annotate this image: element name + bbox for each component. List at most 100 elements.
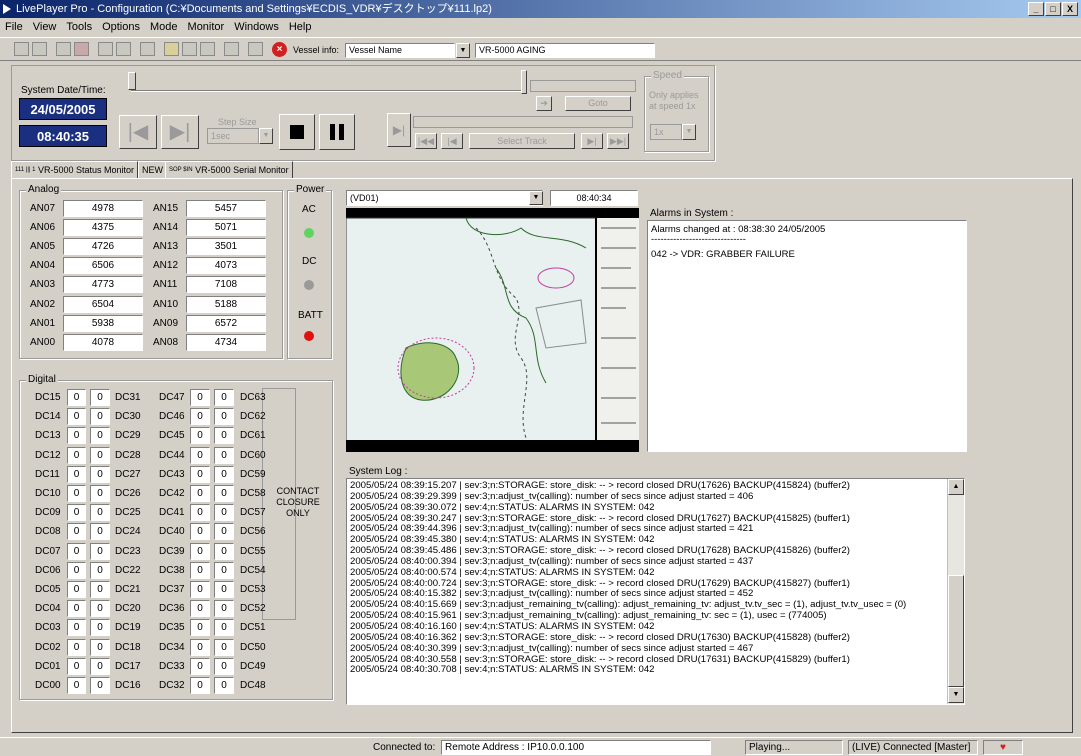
- menu-file[interactable]: File: [0, 18, 28, 36]
- log-line: 2005/05/24 08:40:30.399 | sev:3;n:adjust…: [350, 643, 754, 654]
- menu-windows[interactable]: Windows: [229, 18, 284, 36]
- digital-channel-label: DC11: [35, 469, 60, 480]
- digital-channel-value: 0: [67, 447, 86, 464]
- monitor-icon[interactable]: [56, 42, 71, 56]
- open-icon[interactable]: [14, 42, 29, 56]
- video-chevron-down-icon[interactable]: ▼: [529, 191, 543, 205]
- digital-channel-label: DC20: [115, 603, 141, 614]
- digital-channel-label: DC42: [159, 488, 185, 499]
- chevron-down-icon[interactable]: ▼: [456, 43, 470, 58]
- track-first-icon[interactable]: |◀◀: [415, 133, 437, 149]
- grid-icon[interactable]: [98, 42, 113, 56]
- analog-channel-value: 4078: [63, 334, 143, 351]
- disable-icon[interactable]: [248, 42, 263, 56]
- digital-channel-label: DC36: [159, 603, 185, 614]
- stop-button[interactable]: [279, 114, 315, 150]
- digital-channel-label: DC05: [35, 584, 61, 595]
- system-log[interactable]: 2005/05/24 08:39:15.207 | sev:3;n:STORAG…: [346, 478, 965, 705]
- play-app-icon: [3, 4, 11, 14]
- step-chevron-down-icon[interactable]: ▼: [259, 128, 273, 144]
- scroll-down-icon[interactable]: ▼: [948, 687, 964, 703]
- digital-channel-label: DC53: [240, 584, 266, 595]
- digital-channel-value: 0: [190, 619, 210, 636]
- digital-channel-value: 0: [190, 408, 210, 425]
- network-icon[interactable]: [200, 42, 215, 56]
- analog-channel-value: 5938: [63, 315, 143, 332]
- digital-channel-label: DC63: [240, 392, 266, 403]
- skip-back-button[interactable]: |◀: [119, 115, 157, 149]
- settings-icon[interactable]: [182, 42, 197, 56]
- ac-label: AC: [302, 204, 316, 215]
- digital-channel-value: 0: [67, 504, 86, 521]
- speaker-icon[interactable]: [140, 42, 155, 56]
- list-icon[interactable]: [224, 42, 239, 56]
- step-size-select[interactable]: 1sec: [207, 128, 259, 144]
- digital-channel-label: DC39: [159, 546, 185, 557]
- stop-red-icon[interactable]: ×: [272, 42, 287, 57]
- track-last-icon[interactable]: ▶▶|: [607, 133, 629, 149]
- chart-icon[interactable]: [74, 42, 89, 56]
- log-line: 2005/05/24 08:40:16.160 | sev:4;n:STATUS…: [350, 621, 655, 632]
- skip-forward-button[interactable]: ▶|: [161, 115, 199, 149]
- log-scrollbar[interactable]: ▲ ▼: [947, 479, 964, 704]
- digital-channel-label: DC06: [35, 565, 61, 576]
- timeline-track: [131, 90, 521, 92]
- analog-channel-value: 6504: [63, 296, 143, 313]
- track-prev-icon[interactable]: |◀: [441, 133, 463, 149]
- step-size-label: Step Size: [218, 117, 257, 127]
- digital-channel-label: DC07: [35, 546, 61, 557]
- speed-chevron-down-icon[interactable]: ▼: [682, 124, 696, 140]
- track-forward-icon[interactable]: ▶|: [387, 113, 411, 147]
- digital-channel-value: 0: [190, 600, 210, 617]
- digital-label: Digital: [26, 374, 58, 385]
- video-source-select[interactable]: (VD01): [346, 190, 543, 206]
- menu-help[interactable]: Help: [284, 18, 317, 36]
- tab-status-monitor[interactable]: 111 ||| 1 VR-5000 Status Monitor: [11, 161, 139, 179]
- speed-note: Only applies at speed 1x: [649, 90, 699, 111]
- digital-channel-label: DC47: [159, 392, 185, 403]
- digital-channel-label: DC29: [115, 430, 141, 441]
- maximize-button[interactable]: □: [1045, 2, 1061, 16]
- menu-mode[interactable]: Mode: [145, 18, 183, 36]
- track-slider[interactable]: [413, 116, 633, 128]
- timeline-thumb[interactable]: [128, 72, 136, 90]
- digital-channel-value: 0: [214, 562, 234, 579]
- tool-icon[interactable]: [164, 42, 179, 56]
- digital-channel-value: 0: [190, 447, 210, 464]
- vessel-name-select[interactable]: Vessel Name: [345, 43, 455, 58]
- menu-tools[interactable]: Tools: [61, 18, 97, 36]
- digital-channel-label: DC08: [35, 526, 61, 537]
- track-next-icon[interactable]: ▶|: [581, 133, 603, 149]
- analog-channel-label: AN03: [30, 279, 56, 290]
- tab-serial-monitor[interactable]: SOP $IN VR-5000 Serial Monitor: [165, 161, 293, 179]
- digital-channel-value: 0: [90, 658, 110, 675]
- goto-slider[interactable]: [530, 80, 636, 92]
- tab-new[interactable]: NEW: [138, 161, 167, 179]
- goto-arrow-icon[interactable]: ➔: [536, 96, 552, 111]
- pause-button[interactable]: [319, 114, 355, 150]
- scroll-thumb[interactable]: [948, 575, 964, 687]
- analog-channel-value: 4978: [63, 200, 143, 217]
- menu-monitor[interactable]: Monitor: [183, 18, 230, 36]
- digital-channel-value: 0: [67, 466, 86, 483]
- layout-icon[interactable]: [116, 42, 131, 56]
- minimize-button[interactable]: _: [1028, 2, 1044, 16]
- digital-channel-label: DC45: [159, 430, 185, 441]
- save-icon[interactable]: [32, 42, 47, 56]
- analog-channel-label: AN00: [30, 337, 56, 348]
- digital-channel-label: DC38: [159, 565, 185, 576]
- window-title: LivePlayer Pro - Configuration (C:¥Docum…: [16, 3, 492, 15]
- digital-channel-label: DC34: [159, 642, 185, 653]
- digital-channel-value: 0: [190, 485, 210, 502]
- digital-channel-value: 0: [190, 581, 210, 598]
- digital-channel-value: 0: [90, 562, 110, 579]
- vessel-value-field[interactable]: VR-5000 AGING: [475, 43, 655, 58]
- goto-button[interactable]: Goto: [565, 96, 631, 111]
- menu-options[interactable]: Options: [97, 18, 145, 36]
- scroll-up-icon[interactable]: ▲: [948, 479, 964, 495]
- close-button[interactable]: X: [1062, 2, 1078, 16]
- select-track-button[interactable]: Select Track: [469, 133, 575, 149]
- speed-select[interactable]: 1x: [650, 124, 682, 140]
- digital-channel-label: DC16: [115, 680, 141, 691]
- menu-view[interactable]: View: [28, 18, 62, 36]
